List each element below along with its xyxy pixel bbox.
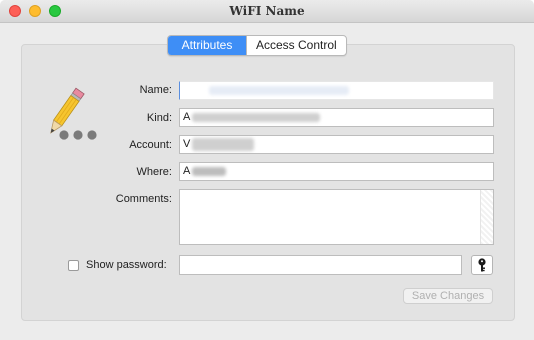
tab-switcher: Attributes Access Control bbox=[167, 35, 347, 56]
kind-value-redacted bbox=[192, 112, 321, 122]
where-value-redacted bbox=[192, 166, 227, 176]
key-icon bbox=[478, 258, 486, 272]
password-assistant-button[interactable] bbox=[471, 255, 493, 275]
comments-scrollbar[interactable] bbox=[480, 190, 493, 244]
name-label: Name: bbox=[139, 84, 172, 96]
password-field[interactable] bbox=[179, 255, 462, 275]
kind-value: A bbox=[183, 111, 191, 123]
account-value-redacted bbox=[192, 137, 255, 151]
account-value: V bbox=[183, 138, 191, 150]
tab-access-control[interactable]: Access Control bbox=[246, 36, 346, 55]
where-field[interactable]: A bbox=[179, 162, 494, 181]
title-bar[interactable]: WiFI Name bbox=[0, 0, 534, 23]
account-field[interactable]: V bbox=[179, 135, 494, 154]
account-label: Account: bbox=[129, 139, 172, 151]
name-field[interactable] bbox=[179, 81, 494, 100]
save-changes-button[interactable]: Save Changes bbox=[403, 288, 493, 304]
show-password-label: Show password: bbox=[86, 259, 167, 271]
where-value: A bbox=[183, 165, 191, 177]
comments-label: Comments: bbox=[115, 193, 172, 205]
kind-field[interactable]: A bbox=[179, 108, 494, 127]
where-label: Where: bbox=[136, 166, 172, 178]
keychain-item-window: WiFI Name Attributes Access Control Name… bbox=[0, 0, 534, 340]
window-title: WiFI Name bbox=[229, 4, 305, 18]
comments-textarea[interactable] bbox=[179, 189, 494, 245]
kind-label: Kind: bbox=[146, 112, 172, 124]
tab-attributes[interactable]: Attributes bbox=[168, 36, 246, 55]
name-value-redacted bbox=[209, 85, 349, 95]
show-password-checkbox[interactable] bbox=[68, 260, 79, 271]
